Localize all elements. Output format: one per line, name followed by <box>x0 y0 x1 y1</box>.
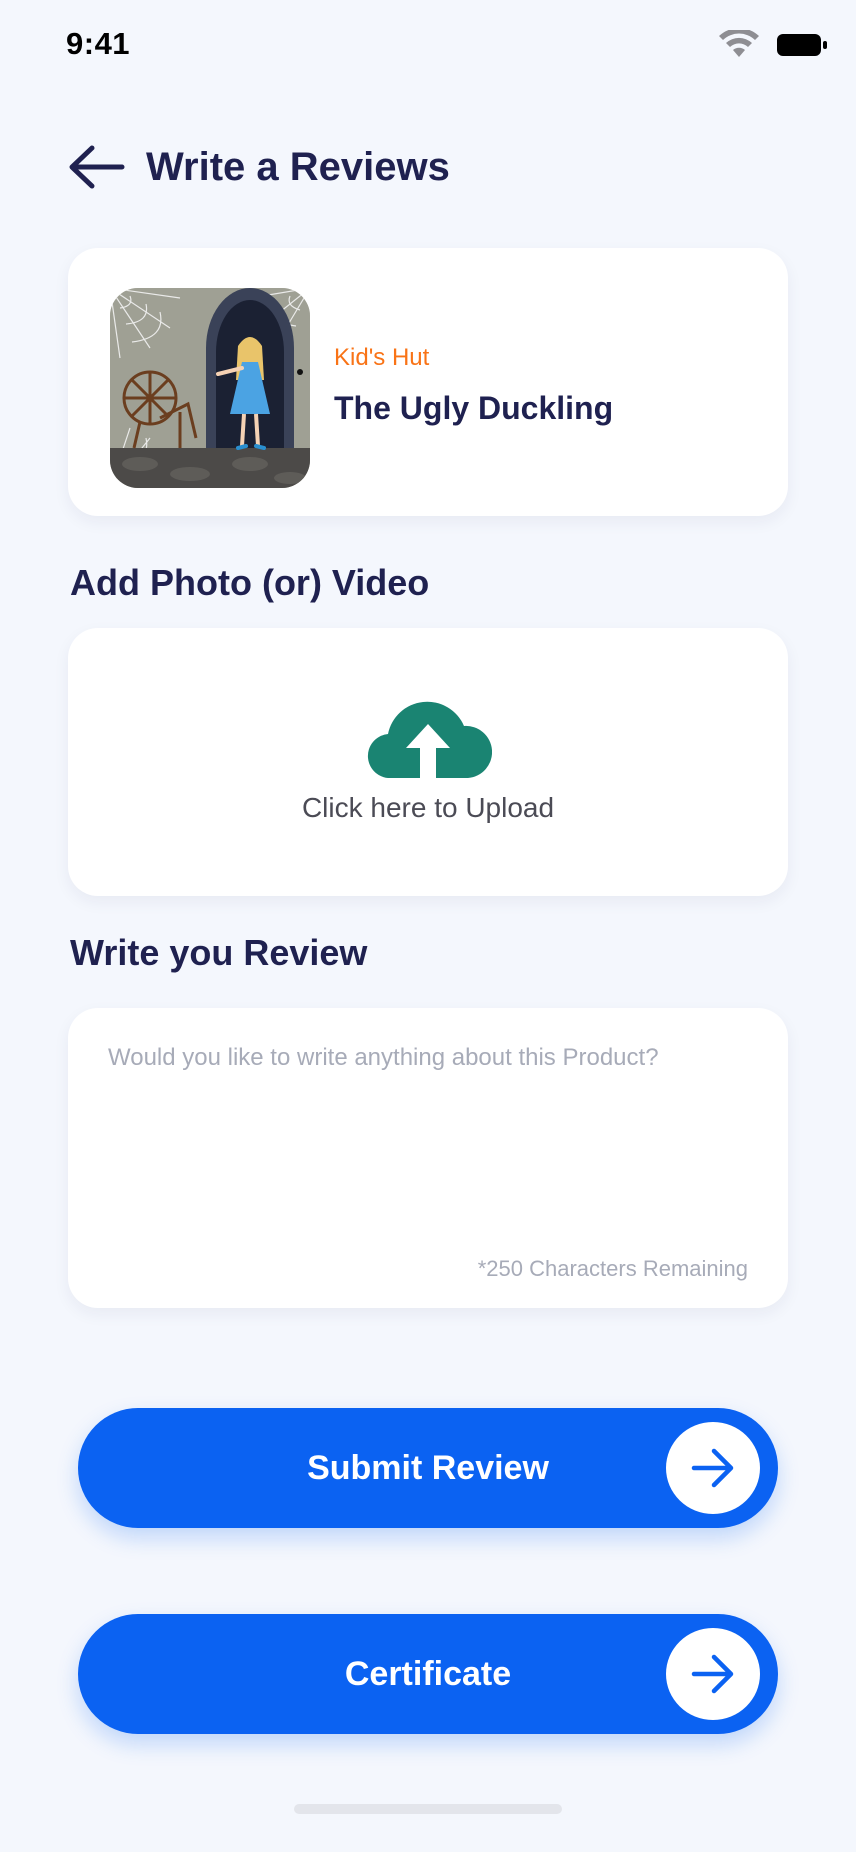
upload-section-title: Add Photo (or) Video <box>70 562 430 603</box>
submit-arrow-circle <box>666 1422 760 1514</box>
characters-remaining: *250 Characters Remaining <box>477 1256 748 1281</box>
page-title: Write a Reviews <box>146 145 450 189</box>
product-thumbnail <box>110 288 310 488</box>
certificate-arrow-circle <box>666 1628 760 1720</box>
wifi-icon <box>719 30 759 57</box>
upload-label: Click here to Upload <box>301 792 555 823</box>
review-card: *250 Characters Remaining <box>68 1008 788 1308</box>
review-section-title: Write you Review <box>70 932 368 973</box>
product-name: The Ugly Duckling <box>334 390 614 426</box>
submit-review-button[interactable]: Submit Review <box>78 1408 778 1528</box>
battery-icon <box>777 34 827 56</box>
write-review-screen: 9:41 Write a Reviews Kid's Hut The Ugly … <box>0 0 856 1852</box>
status-time: 9:41 <box>66 26 131 61</box>
product-brand: Kid's Hut <box>334 344 430 371</box>
upload-area[interactable]: Click here to Upload <box>68 628 788 896</box>
product-card: Kid's Hut The Ugly Duckling <box>68 248 788 516</box>
home-indicator[interactable] <box>294 1804 562 1814</box>
certificate-button[interactable]: Certificate <box>78 1614 778 1734</box>
arrow-left-icon[interactable] <box>66 142 126 192</box>
arrow-right-icon <box>691 1654 734 1694</box>
cloud-upload-icon <box>367 701 492 778</box>
arrow-right-icon <box>691 1448 734 1488</box>
review-textarea[interactable] <box>108 1044 748 1254</box>
